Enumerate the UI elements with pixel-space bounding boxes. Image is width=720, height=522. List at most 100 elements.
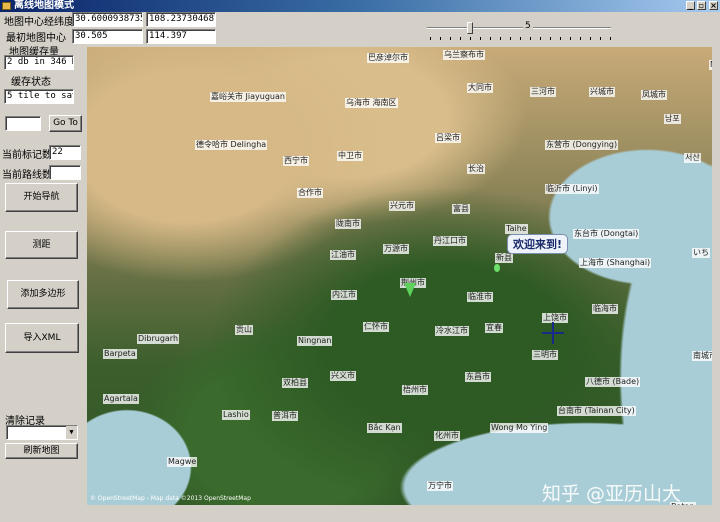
slider-tick [550, 37, 551, 40]
slider-track [427, 27, 611, 29]
slider-tick [530, 37, 531, 40]
goto-button[interactable]: Go To [49, 115, 82, 132]
measure-distance-button[interactable]: 测距 [5, 231, 78, 259]
slider-tick [590, 37, 591, 40]
map-label: 吕梁市 [435, 133, 461, 143]
zoom-slider[interactable]: 5 [427, 21, 612, 44]
title-bar: 离线地图模式 [0, 0, 720, 12]
initial-lat-field[interactable]: 30.505 [72, 29, 143, 44]
window-title: 离线地图模式 [14, 0, 74, 11]
map-label: 东昌市 [465, 372, 491, 382]
markers-count-field[interactable]: 22 [49, 145, 81, 160]
green-pin-icon[interactable] [494, 264, 500, 272]
map-label: 双柏县 [282, 378, 308, 388]
slider-tick [500, 37, 501, 40]
map-label: Lashio [222, 410, 250, 420]
slider-tick [470, 37, 471, 40]
app-icon [2, 2, 11, 10]
cache-size-field[interactable]: 2 db in 346 MB [4, 55, 74, 70]
map-label: 巴彦淖尔市 [367, 53, 409, 63]
map-label: 서산 [684, 153, 701, 163]
map-label: 八德市 (Bade) [585, 377, 641, 387]
map-label: 남포 [664, 114, 681, 124]
map-label: 贡山 [235, 325, 253, 335]
map-copyright: © OpenStreetMap - Map data ©2013 OpenStr… [90, 495, 251, 502]
map-label: 临海市 [592, 304, 618, 314]
map-label: 上海市 (Shanghai) [579, 258, 652, 268]
slider-tick [480, 37, 481, 40]
map-label: 台南市 (Tainan City) [557, 406, 636, 416]
slider-thumb[interactable] [467, 22, 473, 34]
slider-tick [520, 37, 521, 40]
map-label: 江油市 [330, 250, 356, 260]
initial-center-label: 最初地图中心 [6, 33, 66, 44]
map-label: Barpeta [103, 349, 137, 359]
map-label: 三明市 [532, 350, 558, 360]
slider-tick [570, 37, 571, 40]
map-label: 合作市 [297, 188, 323, 198]
restore-button[interactable]: ▫ [697, 1, 706, 10]
green-arrow-marker-icon[interactable] [404, 283, 416, 297]
map-label: 大同市 [467, 83, 493, 93]
initial-lng-field[interactable]: 114.397 [146, 29, 216, 44]
minimize-button[interactable]: _ [686, 1, 695, 10]
map-label: Agartala [103, 394, 139, 404]
map-label: 富县 [452, 204, 470, 214]
blue-cross-marker-icon[interactable] [542, 322, 564, 344]
center-label: 地图中心经纬度 [4, 17, 74, 28]
map-label: 仁怀市 [363, 322, 389, 332]
slider-value-label: 5 [523, 21, 533, 31]
goto-input[interactable] [5, 116, 41, 131]
map-label: 乌海市 海南区 [345, 98, 398, 108]
slider-tick [540, 37, 541, 40]
slider-tick [450, 37, 451, 40]
map-label: 宜春 [485, 323, 503, 333]
map-view[interactable]: 巴彦淖尔市 乌兰察布市 嘉峪关市 Jiayuguan 乌海市 海南区 大同市 兴城市 凤城市… [87, 47, 712, 505]
map-label: 乌兰察布市 [443, 50, 485, 60]
map-label: Taihe [505, 224, 528, 234]
center-lat-field[interactable]: 30.6000938735501 [72, 12, 143, 27]
map-label: Dibrugarh [137, 334, 180, 344]
map-label: 东营市 (Dongying) [545, 140, 619, 150]
welcome-bubble[interactable]: 欢迎来到! [507, 234, 569, 254]
start-navigation-button[interactable]: 开始导航 [5, 183, 78, 212]
routes-count-field[interactable] [49, 165, 81, 180]
map-label: 嘉峪关市 Jiayuguan [210, 92, 286, 102]
map-label: 兴义市 [330, 371, 356, 381]
watermark: 知乎 @亚历山大 [542, 483, 682, 505]
map-label: Ningnan [297, 336, 333, 346]
add-polygon-button[interactable]: 添加多边形 [7, 280, 79, 309]
close-button[interactable]: × [709, 1, 718, 10]
map-label: 兴城市 [589, 87, 615, 97]
map-label: 中卫市 [337, 151, 363, 161]
map-label: 南城市 [692, 351, 712, 361]
map-label: 化州市 [434, 431, 460, 441]
import-xml-button[interactable]: 导入XML [5, 323, 79, 353]
center-lng-field[interactable]: 108.2373046875 [146, 12, 216, 27]
slider-tick [560, 37, 561, 40]
map-label: Nu [709, 60, 712, 70]
cache-status-field[interactable]: 5 tile to save.. [4, 89, 74, 104]
chevron-down-icon[interactable]: ▼ [66, 426, 77, 439]
map-label: Magwe [167, 457, 198, 467]
map-label: 三河市 [530, 87, 556, 97]
slider-tick [580, 37, 581, 40]
map-label: 内江市 [331, 290, 357, 300]
map-label: 新县 [495, 253, 513, 263]
clear-records-select[interactable]: ▼ [6, 425, 78, 440]
markers-count-label: 当前标记数 [2, 150, 52, 161]
map-label: 东台市 (Dongtai) [573, 229, 640, 239]
slider-tick [610, 37, 611, 40]
slider-tick [460, 37, 461, 40]
slider-tick [490, 37, 491, 40]
map-label: 长治 [467, 164, 485, 174]
map-label: Bắc Kạn [367, 423, 402, 433]
map-label: 西宁市 [283, 156, 309, 166]
refresh-map-button[interactable]: 刷新地图 [5, 443, 78, 459]
map-label: 兴元市 [389, 201, 415, 211]
map-label: Wong Mo Ying [490, 423, 549, 433]
map-label: 临淮市 [467, 292, 493, 302]
map-label: 梧州市 [402, 385, 428, 395]
slider-tick [440, 37, 441, 40]
slider-tick [510, 37, 511, 40]
